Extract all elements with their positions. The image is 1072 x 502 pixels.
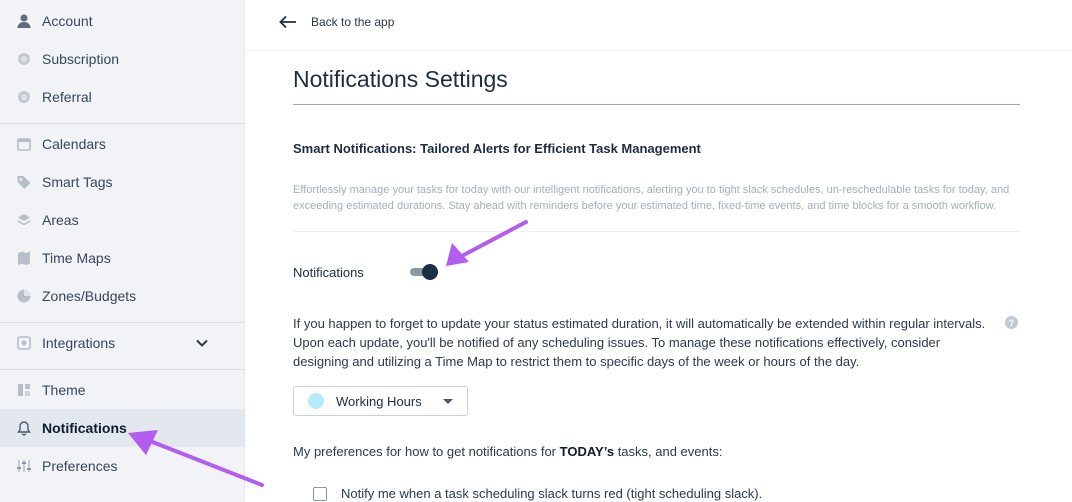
sidebar-item-calendars[interactable]: Calendars	[0, 125, 245, 163]
sidebar-item-label: Areas	[42, 212, 79, 228]
sidebar-item-label: Calendars	[42, 136, 106, 152]
help-icon[interactable]: ?	[1005, 316, 1018, 329]
layers-icon	[16, 212, 32, 228]
sidebar-item-referral[interactable]: Referral	[0, 78, 245, 116]
sidebar-item-areas[interactable]: Areas	[0, 201, 245, 239]
gear-icon	[16, 89, 32, 105]
sidebar-item-label: Smart Tags	[42, 174, 113, 190]
notifications-toggle-label: Notifications	[293, 265, 364, 280]
preferences-bold: TODAY’s	[559, 444, 615, 459]
sidebar-item-label: Time Maps	[42, 250, 111, 266]
sidebar-item-label: Notifications	[42, 420, 127, 436]
page-title: Notifications Settings	[293, 66, 508, 92]
top-bar: Back to the app	[245, 0, 1072, 51]
time-map-color-dot	[308, 393, 324, 409]
back-to-app-link[interactable]: Back to the app	[279, 15, 394, 29]
toggle-knob	[422, 264, 438, 280]
sliders-icon	[16, 458, 32, 474]
theme-icon	[16, 382, 32, 398]
notifications-toggle[interactable]	[410, 264, 440, 280]
tag-icon	[16, 174, 32, 190]
back-to-app-label: Back to the app	[311, 15, 395, 29]
gear-icon	[16, 51, 32, 67]
calendar-icon	[16, 136, 32, 152]
arrow-left-icon	[279, 15, 296, 29]
section-description: Effortlessly manage your tasks for today…	[293, 184, 1010, 212]
preferences-prefix: My preferences for how to get notificati…	[293, 444, 560, 459]
bell-icon	[16, 420, 32, 436]
tight-slack-checkbox-label: Notify me when a task scheduling slack t…	[341, 486, 763, 501]
chevron-down-icon[interactable]	[195, 336, 209, 353]
section-title: Smart Notifications: Tailored Alerts for…	[293, 141, 701, 156]
sidebar-item-time-maps[interactable]: Time Maps	[0, 239, 245, 277]
sidebar-item-label: Preferences	[42, 458, 118, 474]
caret-down-icon	[443, 399, 453, 404]
time-map-select[interactable]: Working Hours	[293, 386, 468, 416]
sidebar-item-label: Referral	[42, 89, 92, 105]
sidebar-item-label: Zones/Budgets	[42, 288, 137, 304]
settings-sidebar: Account Subscription Referral Calendars …	[0, 0, 245, 502]
preferences-suffix: tasks, and events:	[614, 444, 723, 459]
sidebar-divider	[0, 322, 245, 323]
sidebar-item-theme[interactable]: Theme	[0, 371, 245, 409]
sidebar-item-label: Integrations	[42, 335, 116, 351]
section-divider	[293, 231, 1020, 232]
title-divider	[293, 104, 1020, 105]
sidebar-item-subscription[interactable]: Subscription	[0, 40, 245, 78]
sidebar-item-label: Subscription	[42, 51, 120, 67]
sidebar-item-zones-budgets[interactable]: Zones/Budgets	[0, 277, 245, 315]
sidebar-item-label: Account	[42, 13, 93, 29]
sidebar-item-account[interactable]: Account	[0, 2, 245, 40]
time-map-select-value: Working Hours	[336, 393, 422, 409]
sidebar-item-preferences[interactable]: Preferences	[0, 447, 245, 485]
integration-icon	[16, 335, 32, 351]
preferences-heading: My preferences for how to get notificati…	[293, 444, 722, 459]
arrow-to-toggle	[446, 220, 528, 266]
sidebar-item-label: Theme	[42, 382, 86, 398]
sidebar-divider	[0, 369, 245, 370]
sidebar-item-integrations[interactable]: Integrations	[0, 324, 245, 362]
pie-chart-icon	[16, 288, 32, 304]
sidebar-divider	[0, 123, 245, 124]
sidebar-item-notifications[interactable]: Notifications	[0, 409, 245, 447]
svg-text:?: ?	[1009, 318, 1015, 328]
tight-slack-checkbox[interactable]	[313, 486, 327, 501]
tight-slack-checkbox-row[interactable]: Notify me when a task scheduling slack t…	[313, 486, 762, 501]
user-icon	[16, 13, 32, 29]
map-icon	[16, 250, 32, 266]
sidebar-item-smart-tags[interactable]: Smart Tags	[0, 163, 245, 201]
duration-info-text: If you happen to forget to update your s…	[293, 316, 986, 369]
